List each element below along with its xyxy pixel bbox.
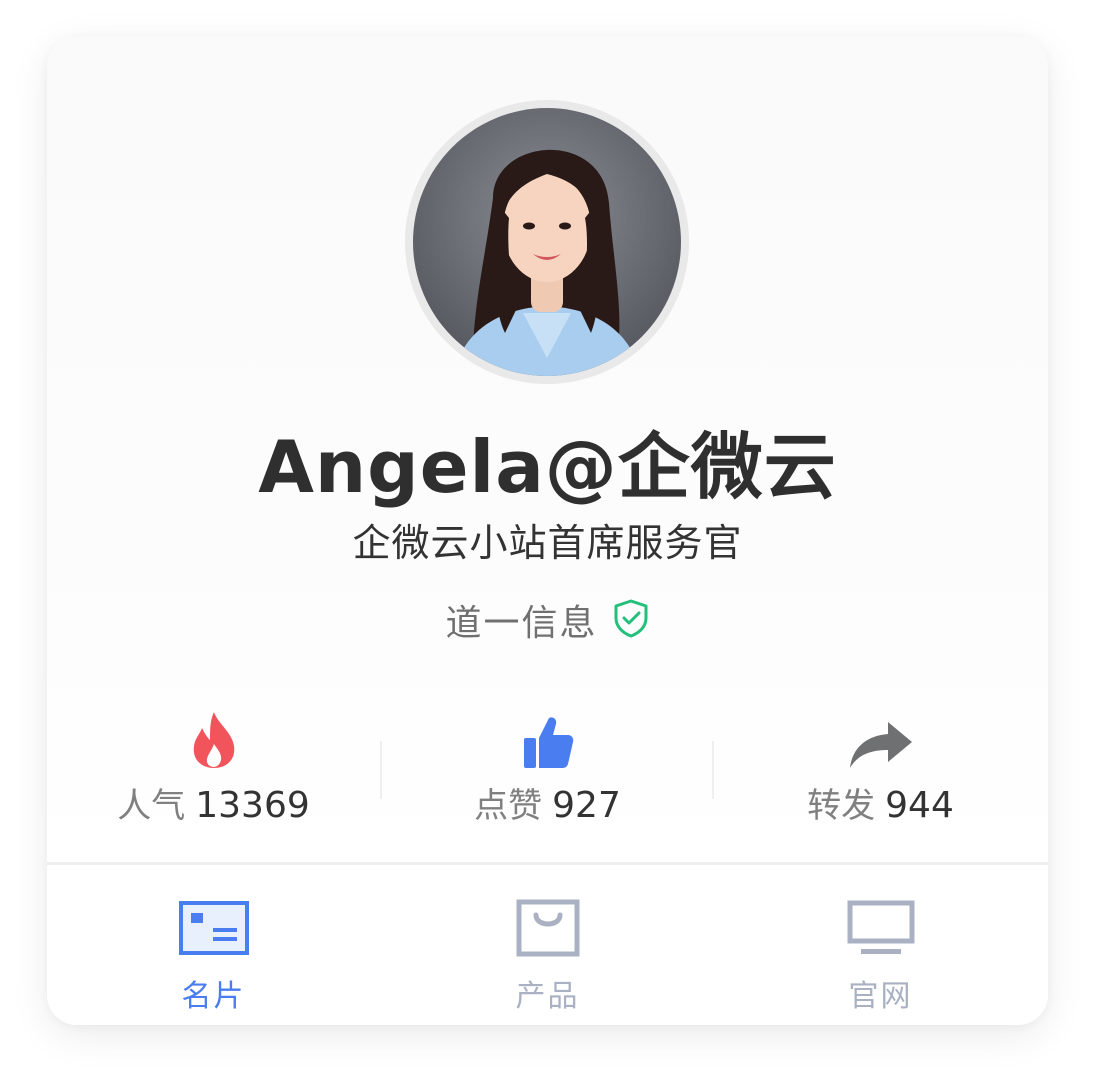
share-arrow-icon xyxy=(714,708,1047,770)
stats-divider xyxy=(712,741,714,799)
avatar-photo xyxy=(413,108,681,376)
stat-likes-label: 点赞 xyxy=(474,786,543,826)
company-row: 道一信息 xyxy=(47,594,1048,646)
monitor-icon xyxy=(714,897,1047,959)
stat-shares[interactable]: 转发 944 xyxy=(714,708,1047,827)
profile-title: 企微云小站首席服务官 xyxy=(352,521,743,565)
profile-card: Angela@企微云 企微云小站首席服务官 道一信息 人气 13369 点赞 9… xyxy=(47,36,1048,1025)
bottom-tabbar: 名片 产品 官网 xyxy=(47,865,1048,1025)
thumbs-up-icon xyxy=(381,708,714,770)
shopping-bag-icon xyxy=(381,897,714,959)
stat-shares-value: 944 xyxy=(885,785,954,826)
stats-row: 人气 13369 点赞 927 转发 944 xyxy=(47,708,1048,838)
tab-website-label: 官网 xyxy=(848,979,913,1014)
avatar[interactable] xyxy=(405,100,689,384)
tab-products-label: 产品 xyxy=(515,979,580,1014)
fire-icon xyxy=(47,708,380,770)
tab-business-card-label: 名片 xyxy=(181,979,246,1014)
tab-website[interactable]: 官网 xyxy=(714,897,1047,1015)
stat-popularity-label: 人气 xyxy=(117,786,186,826)
stats-divider xyxy=(380,741,382,799)
stat-likes[interactable]: 点赞 927 xyxy=(381,708,714,827)
stat-popularity: 人气 13369 xyxy=(47,708,380,827)
stat-likes-value: 927 xyxy=(552,785,621,826)
profile-name: Angela@企微云 xyxy=(258,425,837,509)
verified-shield-icon xyxy=(612,598,650,642)
stat-popularity-value: 13369 xyxy=(195,785,310,826)
stat-shares-label: 转发 xyxy=(807,786,876,826)
business-card-icon xyxy=(47,897,380,959)
tab-products[interactable]: 产品 xyxy=(381,897,714,1015)
company-name: 道一信息 xyxy=(445,603,598,644)
tab-business-card[interactable]: 名片 xyxy=(47,897,380,1015)
